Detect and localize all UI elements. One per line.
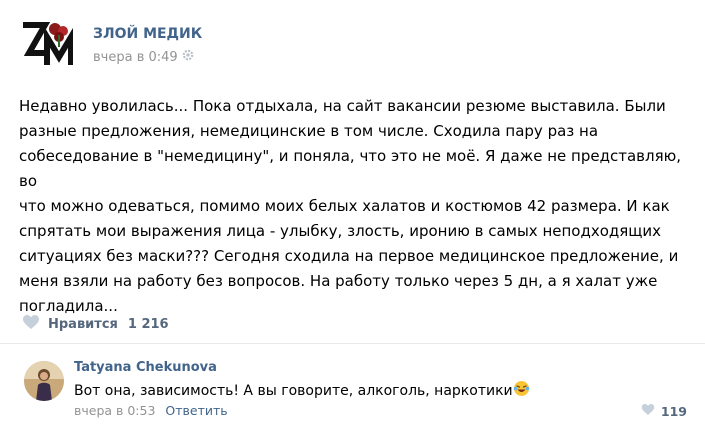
post-time: вчера в 0:49 (93, 49, 194, 65)
gear-icon[interactable] (182, 49, 194, 65)
divider (0, 343, 705, 344)
like-count: 1 216 (127, 316, 169, 332)
comment-author[interactable]: Tatyana Chekunova (74, 360, 217, 375)
like-label: Нравится (48, 316, 118, 332)
post-text-line: меня взяли на работу без вопросов. На ра… (19, 272, 658, 290)
post-text-line: что можно одеваться, помимо моих белых х… (19, 197, 670, 215)
group-name[interactable]: ЗЛОЙ МЕДИК (93, 26, 202, 42)
post-time-text[interactable]: вчера в 0:49 (93, 50, 178, 65)
comment-text-body: Вот она, зависимость! А вы говорите, алк… (74, 382, 513, 399)
reply-link[interactable]: Ответить (165, 403, 227, 418)
comment-like-button[interactable]: 119 (641, 403, 687, 419)
post-text-line: разные предложения, немедицинские в том … (19, 122, 599, 140)
post: ЗЛОЙ МЕДИК вчера в 0:49 Недавно уволилас… (0, 0, 705, 427)
comment-avatar[interactable] (24, 361, 64, 401)
post-text: Недавно уволилась... Пока отдыхала, на с… (19, 94, 689, 319)
comment-meta: вчера в 0:53 Ответить (74, 403, 228, 418)
laughing-emoji-icon (513, 380, 530, 401)
heart-icon (22, 314, 40, 334)
comment-like-count: 119 (660, 403, 687, 419)
post-text-line: Недавно уволилась... Пока отдыхала, на с… (19, 97, 666, 115)
post-text-line: собеседование в "немедицину", и поняла, … (19, 147, 681, 190)
post-text-line: ситуациях без маски??? Сегодня сходила н… (19, 247, 679, 265)
comment-time[interactable]: вчера в 0:53 (74, 403, 155, 418)
group-avatar[interactable] (19, 17, 74, 71)
post-text-line: спрятать мои выражения лица - улыбку, зл… (19, 222, 662, 240)
heart-icon (641, 403, 655, 419)
comment-text: Вот она, зависимость! А вы говорите, алк… (74, 380, 530, 401)
like-button[interactable]: Нравится 1 216 (22, 314, 169, 334)
